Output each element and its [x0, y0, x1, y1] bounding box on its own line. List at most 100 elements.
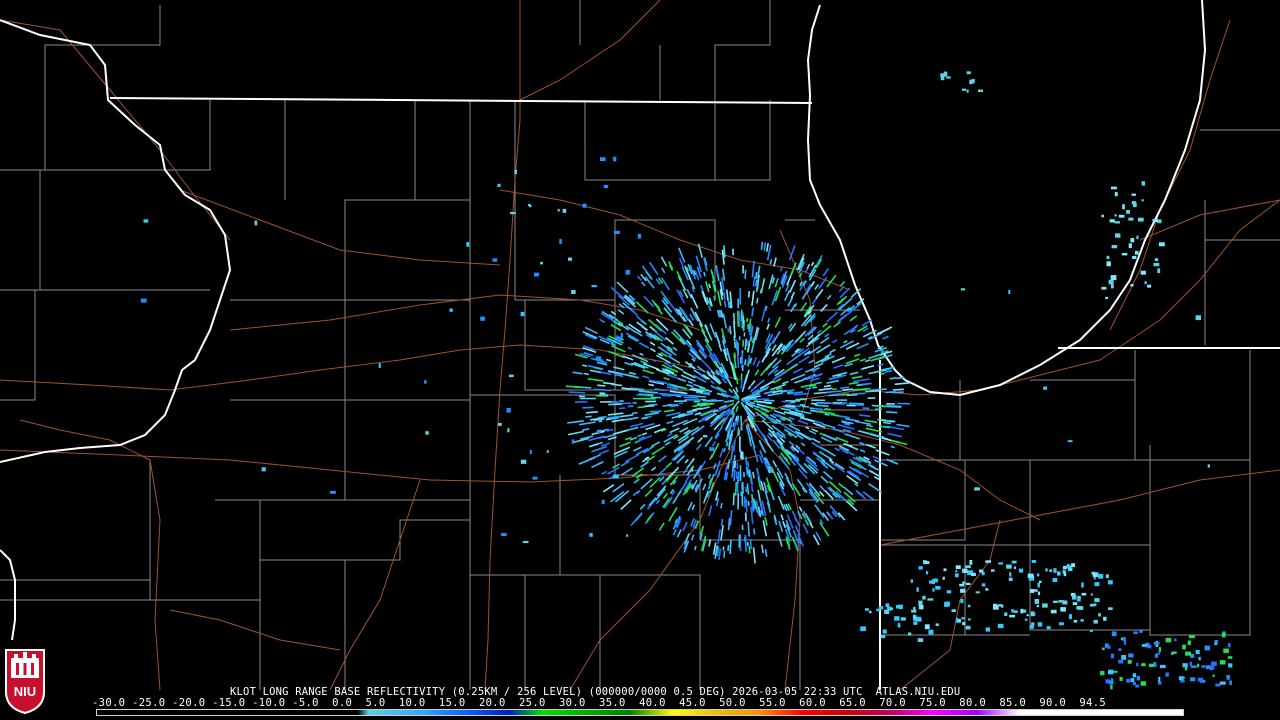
echo-streak — [865, 390, 879, 393]
echo-cell — [1105, 574, 1109, 579]
echo-cell — [709, 447, 715, 452]
echo-cell — [932, 588, 935, 592]
echo-streak — [723, 550, 726, 558]
echo-streak — [729, 510, 733, 526]
echo-cell — [1154, 258, 1159, 262]
echo-streak — [707, 473, 712, 479]
echo-cell — [568, 257, 573, 261]
echo-streak — [751, 260, 755, 278]
echo-streak — [882, 335, 889, 340]
echo-cell — [1037, 582, 1040, 588]
echo-cell — [497, 183, 501, 187]
echo-streak — [619, 441, 631, 448]
echo-streak — [767, 392, 784, 397]
echo-streak — [610, 286, 625, 300]
echo-cell — [865, 608, 869, 611]
echo-cell — [501, 533, 507, 536]
echo-streak — [585, 415, 592, 418]
echo-streak — [820, 336, 830, 345]
echo-streak — [648, 403, 658, 406]
echo-cell — [1068, 614, 1072, 620]
echo-cell — [534, 272, 540, 277]
echo-streak — [859, 358, 866, 362]
echo-streak — [709, 323, 717, 338]
echo-streak — [662, 493, 668, 499]
echo-streak — [617, 309, 625, 315]
echo-cell — [1207, 464, 1210, 468]
echo-streak — [607, 466, 620, 475]
echo-cell — [993, 603, 997, 607]
echo-streak — [786, 355, 798, 366]
echo-cell — [1023, 609, 1027, 613]
echo-cell — [1101, 286, 1107, 290]
echo-streak — [750, 380, 756, 386]
echo-cell — [1131, 193, 1136, 196]
echo-streak — [829, 514, 834, 520]
echo-streak — [852, 378, 870, 383]
echo-streak — [723, 447, 726, 453]
echo-cell — [598, 418, 603, 423]
echo-cell — [898, 604, 903, 610]
echo-cell — [916, 587, 919, 592]
radar-map-canvas — [0, 0, 1280, 691]
echo-streak — [582, 428, 590, 431]
echo-cell — [1049, 569, 1053, 572]
echo-streak — [756, 400, 773, 404]
echo-streak — [769, 259, 773, 265]
echo-cell — [595, 356, 602, 361]
echo-streak — [684, 474, 691, 483]
echo-streak — [729, 325, 732, 335]
echo-streak — [823, 384, 832, 388]
echo-cell — [977, 89, 983, 92]
echo-streak — [807, 345, 822, 355]
echo-streak — [773, 257, 777, 267]
echo-cell — [1118, 659, 1124, 664]
echo-streak — [872, 455, 880, 460]
echo-streak — [754, 369, 760, 376]
echo-cell — [1114, 214, 1117, 217]
echo-cell — [378, 363, 381, 368]
echo-cell — [1141, 181, 1145, 186]
echo-streak — [712, 463, 717, 470]
echo-streak — [809, 377, 820, 382]
echo-cell — [962, 88, 967, 91]
echo-cell — [1094, 598, 1100, 603]
echo-cell — [520, 459, 527, 464]
echo-cell — [885, 603, 890, 607]
echo-streak — [813, 362, 824, 369]
echo-cell — [975, 591, 980, 594]
echo-streak — [756, 297, 759, 304]
echo-cell — [546, 450, 549, 453]
echo-cell — [998, 562, 1003, 565]
echo-streak — [777, 531, 783, 547]
echo-cell — [1197, 677, 1204, 682]
echo-streak — [567, 430, 584, 436]
echo-streak — [708, 305, 712, 312]
echo-cell — [1182, 663, 1188, 668]
echo-cell — [1154, 653, 1158, 658]
echo-cell — [1053, 600, 1058, 603]
echo-streak — [719, 448, 724, 458]
echo-cell — [943, 568, 947, 572]
echo-streak — [729, 297, 733, 307]
echo-streak — [743, 496, 746, 508]
echo-cell — [910, 579, 913, 583]
echo-cell — [1158, 677, 1161, 682]
echo-streak — [587, 378, 604, 382]
echo-streak — [880, 372, 885, 375]
echo-cell — [571, 439, 575, 444]
echo-streak — [625, 332, 640, 342]
echo-cell — [1077, 598, 1081, 602]
echo-streak — [688, 319, 694, 327]
echo-cell — [1026, 614, 1029, 617]
echo-cell — [1020, 608, 1024, 614]
echo-cell — [1180, 680, 1185, 683]
echo-cell — [1036, 604, 1039, 608]
echo-cell — [1101, 214, 1104, 218]
echo-streak — [627, 346, 632, 350]
echo-cell — [1137, 217, 1144, 222]
echo-cell — [1110, 275, 1117, 280]
echo-streak — [711, 441, 716, 447]
niu-logo: NIU — [5, 649, 45, 714]
echo-streak — [611, 383, 623, 387]
